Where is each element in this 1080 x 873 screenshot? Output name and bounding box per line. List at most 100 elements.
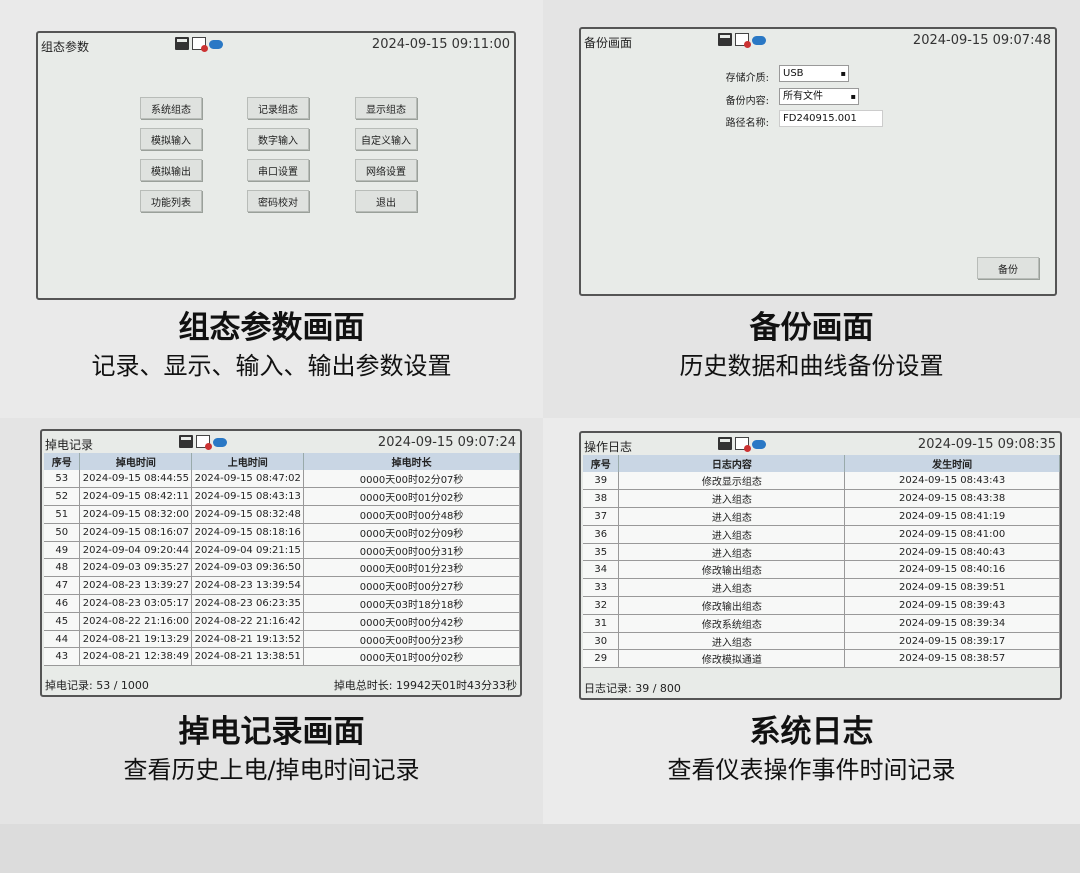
log-table: 序号 日志内容 发生时间 39 修改显示组态 2024-09-15 08:43:43 38… — [583, 455, 1060, 669]
storage-value: USB — [783, 68, 804, 79]
table-row[interactable]: 45 2024-08-22 21:16:00 2024-08-22 21:16:42… — [44, 612, 520, 631]
table-cell: 52 — [44, 487, 81, 507]
table-cell: 50 — [44, 523, 81, 542]
config-button[interactable]: 模拟输出 — [140, 159, 202, 181]
screen-title: 操作日志 — [584, 440, 633, 454]
table-row[interactable]: 32 修改输出组态 2024-09-15 08:39:43 — [583, 596, 1060, 615]
config-button[interactable]: 数字输入 — [247, 128, 309, 150]
book-icon — [718, 33, 732, 46]
table-cell: 进入组态 — [618, 489, 846, 509]
table-row[interactable]: 50 2024-09-15 08:16:07 2024-09-15 08:18:16… — [44, 523, 520, 542]
screen-title: 备份画面 — [584, 36, 633, 50]
storage-select[interactable]: USB ▪ — [779, 65, 849, 82]
content-select[interactable]: 所有文件 ▪ — [779, 88, 859, 105]
table-cell: 2024-09-15 08:39:34 — [844, 614, 1060, 633]
table-cell: 2024-08-22 21:16:42 — [191, 612, 305, 631]
table-cell: 2024-08-23 13:39:54 — [191, 576, 305, 596]
table-cell: 2024-08-21 19:13:52 — [191, 630, 305, 649]
table-cell: 2024-09-03 09:36:50 — [191, 558, 305, 578]
alarm-doc-icon — [735, 437, 751, 452]
table-cell: 36 — [583, 525, 620, 544]
table-row[interactable]: 39 修改显示组态 2024-09-15 08:43:43 — [583, 472, 1060, 491]
backup-button[interactable]: 备份 — [977, 257, 1039, 279]
table-row[interactable]: 49 2024-09-04 09:20:44 2024-09-04 09:21:15… — [44, 541, 520, 560]
table-row[interactable]: 38 进入组态 2024-09-15 08:43:38 — [583, 489, 1060, 509]
config-button[interactable]: 记录组态 — [247, 97, 309, 119]
table-cell: 2024-09-03 09:35:27 — [79, 558, 193, 578]
table-row[interactable]: 35 进入组态 2024-09-15 08:40:43 — [583, 543, 1060, 562]
table-cell: 2024-09-15 08:40:43 — [844, 543, 1060, 562]
table-cell: 51 — [44, 505, 81, 524]
table-row[interactable]: 44 2024-08-21 19:13:29 2024-08-21 19:13:52… — [44, 630, 520, 649]
table-cell: 进入组态 — [618, 507, 846, 526]
table-cell: 2024-08-21 19:13:29 — [79, 630, 193, 649]
table-cell: 进入组态 — [618, 578, 846, 598]
table-row[interactable]: 53 2024-09-15 08:44:55 2024-09-15 08:47:02… — [44, 470, 520, 489]
power-screen: 掉电记录 2024-09-15 09:07:24 序号 掉电时间 上电时间 掉电时长 … — [40, 429, 522, 697]
table-row[interactable]: 33 进入组态 2024-09-15 08:39:51 — [583, 578, 1060, 598]
table-cell: 2024-09-15 08:43:13 — [191, 487, 305, 507]
caption: 备份画面 — [749, 310, 874, 346]
path-input[interactable]: FD240915.001 — [779, 110, 883, 127]
column-header: 日志内容 — [618, 455, 846, 472]
table-cell: 0000天00时01分02秒 — [303, 487, 520, 507]
table-row[interactable]: 31 修改系统组态 2024-09-15 08:39:34 — [583, 614, 1060, 633]
table-cell: 31 — [583, 614, 620, 633]
screen-title: 掉电记录 — [45, 438, 94, 452]
config-button[interactable]: 退出 — [355, 190, 417, 212]
table-cell: 37 — [583, 507, 620, 526]
table-cell: 32 — [583, 596, 620, 615]
alarm-doc-icon — [192, 37, 208, 52]
config-button[interactable]: 功能列表 — [140, 190, 202, 212]
subcaption: 历史数据和曲线备份设置 — [679, 352, 944, 380]
log-count: 日志记录: 39 / 800 — [584, 682, 681, 695]
table-row[interactable]: 34 修改输出组态 2024-09-15 08:40:16 — [583, 560, 1060, 580]
cloud-icon — [752, 36, 766, 45]
config-button[interactable]: 显示组态 — [355, 97, 417, 119]
table-cell: 2024-08-23 13:39:27 — [79, 576, 193, 596]
table-cell: 2024-09-15 08:43:38 — [844, 489, 1060, 509]
table-row[interactable]: 48 2024-09-03 09:35:27 2024-09-03 09:36:50… — [44, 558, 520, 578]
caption: 系统日志 — [749, 714, 874, 750]
table-row[interactable]: 29 修改模拟通道 2024-09-15 08:38:57 — [583, 649, 1060, 669]
table-cell: 修改输出组态 — [618, 596, 846, 615]
table-row[interactable]: 51 2024-09-15 08:32:00 2024-09-15 08:32:48… — [44, 505, 520, 524]
status-icons — [718, 437, 766, 452]
config-button[interactable]: 串口设置 — [247, 159, 309, 181]
table-cell: 2024-09-15 08:40:16 — [844, 560, 1060, 580]
table-cell: 2024-09-15 08:39:17 — [844, 632, 1060, 651]
config-button[interactable]: 网络设置 — [355, 159, 417, 181]
clock: 2024-09-15 09:08:35 — [917, 437, 1056, 452]
log-screen: 操作日志 2024-09-15 09:08:35 序号 日志内容 发生时间 39 修改… — [579, 431, 1062, 700]
column-header: 发生时间 — [844, 455, 1060, 472]
panel-power-records: 掉电记录 2024-09-15 09:07:24 序号 掉电时间 上电时间 掉电时长 … — [0, 418, 543, 824]
config-button[interactable]: 密码校对 — [247, 190, 309, 212]
table-row[interactable]: 47 2024-08-23 13:39:27 2024-08-23 13:39:54… — [44, 576, 520, 596]
screen-title: 组态参数 — [41, 40, 90, 54]
table-cell: 2024-09-15 08:32:48 — [191, 505, 305, 524]
table-row[interactable]: 37 进入组态 2024-09-15 08:41:19 — [583, 507, 1060, 526]
clock: 2024-09-15 09:11:00 — [371, 37, 510, 52]
config-button[interactable]: 自定义输入 — [355, 128, 417, 150]
table-row[interactable]: 36 进入组态 2024-09-15 08:41:00 — [583, 525, 1060, 544]
table-row[interactable]: 30 进入组态 2024-09-15 08:39:17 — [583, 632, 1060, 651]
table-cell: 38 — [583, 489, 620, 509]
table-row[interactable]: 52 2024-09-15 08:42:11 2024-09-15 08:43:13… — [44, 487, 520, 507]
cloud-icon — [209, 40, 223, 49]
column-header: 掉电时长 — [303, 453, 520, 470]
config-button[interactable]: 模拟输入 — [140, 128, 202, 150]
caption: 组态参数画面 — [178, 310, 365, 346]
panel-backup: 备份画面 2024-09-15 09:07:48 存储介质: USB ▪ 备份内容… — [543, 0, 1080, 418]
table-cell: 2024-09-15 08:43:43 — [844, 472, 1060, 491]
caption: 掉电记录画面 — [178, 714, 365, 750]
config-button[interactable]: 系统组态 — [140, 97, 202, 119]
table-row[interactable]: 46 2024-08-23 03:05:17 2024-08-23 06:23:35… — [44, 594, 520, 613]
content-value: 所有文件 — [783, 91, 823, 102]
status-icons — [718, 33, 766, 48]
table-cell: 修改显示组态 — [618, 472, 846, 491]
table-cell: 0000天03时18分18秒 — [303, 594, 520, 613]
table-row[interactable]: 43 2024-08-21 12:38:49 2024-08-21 13:38:51… — [44, 647, 520, 667]
table-cell: 2024-09-15 08:39:43 — [844, 596, 1060, 615]
table-cell: 0000天00时00分27秒 — [303, 576, 520, 596]
table-cell: 48 — [44, 558, 81, 578]
